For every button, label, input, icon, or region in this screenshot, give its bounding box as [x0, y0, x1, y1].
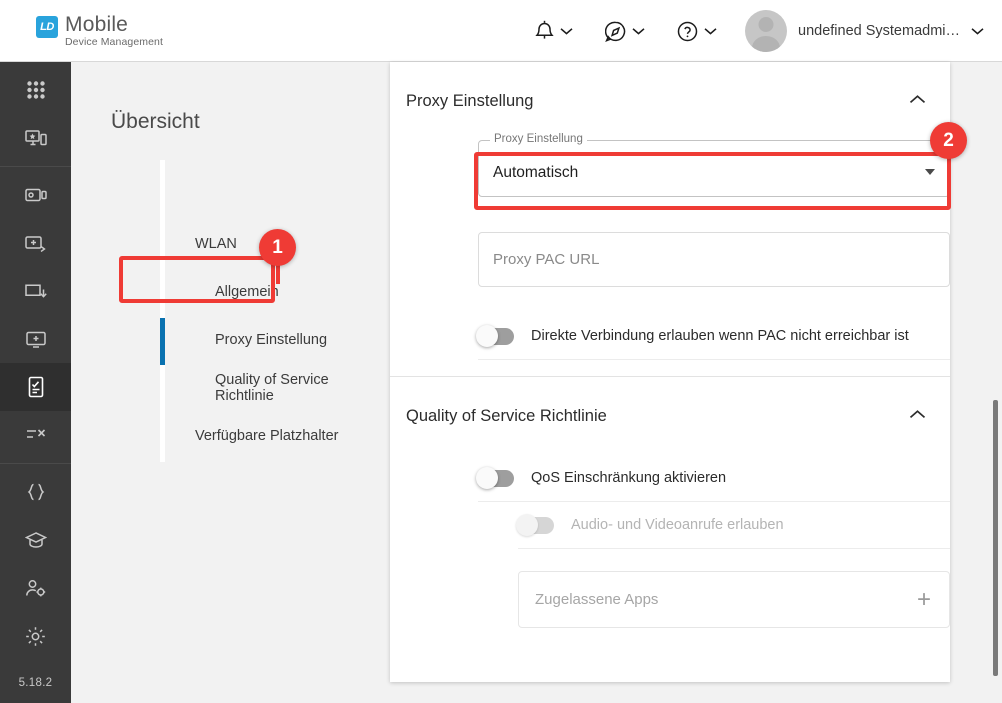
- rail-item-settings-gear[interactable]: [0, 612, 71, 660]
- direct-connection-toggle[interactable]: [476, 325, 514, 347]
- audio-video-toggle-row[interactable]: Audio- und Videoanrufe erlauben: [516, 502, 950, 549]
- proxy-setting-label: Proxy Einstellung: [490, 133, 587, 145]
- download-icon: [17, 272, 55, 310]
- rail-item-add-screen[interactable]: [0, 315, 71, 363]
- nav-item-quality-of-service-richtlinie[interactable]: Quality of Service Richtlinie: [165, 364, 390, 411]
- section-title: Quality of Service Richtlinie: [406, 406, 607, 425]
- rail-item-user-settings[interactable]: [0, 564, 71, 612]
- help-menu[interactable]: [661, 21, 733, 42]
- proxy-pac-url-placeholder: Proxy PAC URL: [493, 251, 600, 268]
- gear-icon: [17, 617, 55, 655]
- proxy-pac-url-input[interactable]: Proxy PAC URL: [478, 232, 950, 287]
- app-root: LD Mobile Device Management undefined Sy…: [0, 0, 1002, 703]
- header-actions: undefined Systemadmi…: [519, 0, 990, 62]
- notifications-bell-icon: [535, 20, 554, 42]
- brand-mark-icon: LD: [36, 16, 58, 38]
- rail-item-devices[interactable]: [0, 171, 71, 219]
- qos-enable-toggle[interactable]: [476, 467, 514, 489]
- rail-item-device-enrollment[interactable]: [0, 114, 71, 162]
- audio-video-toggle[interactable]: [516, 514, 554, 536]
- allowed-apps-input[interactable]: Zugelassene Apps +: [518, 571, 950, 628]
- rail-item-tasks-list[interactable]: [0, 411, 71, 459]
- nav-item-label: Quality of Service Richtlinie: [215, 371, 329, 404]
- nav-item-label: Allgemein: [215, 283, 279, 300]
- qos-enable-toggle-label: QoS Einschränkung aktivieren: [531, 470, 727, 486]
- section-header-qos[interactable]: Quality of Service Richtlinie: [390, 377, 950, 455]
- proxy-setting-field-wrap: Proxy Einstellung Automatisch: [478, 133, 950, 197]
- qos-enable-toggle-row[interactable]: QoS Einschränkung aktivieren: [476, 455, 950, 502]
- chevron-down-icon: [560, 27, 573, 35]
- chevron-down-icon: [632, 27, 645, 35]
- rail-group-mid: [0, 167, 71, 464]
- nav-item-proxy-einstellung[interactable]: Proxy Einstellung: [165, 316, 390, 363]
- plus-icon[interactable]: +: [917, 587, 931, 612]
- brand-logo[interactable]: LD Mobile Device Management: [36, 14, 163, 48]
- rail-group-bottom: [0, 464, 71, 664]
- tasks-list-icon: [17, 416, 55, 454]
- page-title: Übersicht: [111, 110, 200, 133]
- rail-item-code-braces[interactable]: [0, 468, 71, 516]
- chevron-down-icon: [971, 22, 984, 40]
- help-question-icon: [677, 21, 698, 42]
- allowed-apps-placeholder: Zugelassene Apps: [535, 591, 659, 608]
- nav-item-label: Proxy Einstellung: [215, 331, 328, 348]
- direct-connection-toggle-row[interactable]: Direkte Verbindung erlauben wenn PAC nic…: [476, 313, 950, 360]
- graduation-cap-icon: [17, 521, 55, 559]
- user-settings-icon: [17, 569, 55, 607]
- rail-item-policy-document[interactable]: [0, 363, 71, 411]
- avatar: [745, 10, 787, 52]
- feedback-menu[interactable]: [589, 21, 661, 42]
- user-name-label: undefined Systemadmi…: [798, 23, 960, 39]
- proxy-setting-select[interactable]: Proxy Einstellung Automatisch: [478, 133, 950, 197]
- audio-video-toggle-label: Audio- und Videoanrufe erlauben: [571, 517, 784, 533]
- add-device-icon: [17, 224, 55, 262]
- apps-grid-icon: [17, 71, 55, 109]
- rail-item-add-device[interactable]: [0, 219, 71, 267]
- feedback-compass-icon: [605, 21, 626, 42]
- chevron-up-icon[interactable]: [909, 407, 926, 425]
- section-title: Proxy Einstellung: [406, 91, 534, 110]
- vertical-scrollbar-thumb[interactable]: [993, 400, 998, 676]
- top-header-bar: LD Mobile Device Management undefined Sy…: [0, 0, 1002, 62]
- rail-group-top: [0, 62, 71, 167]
- section-quality-of-service: Quality of Service Richtlinie QoS Einsch…: [390, 377, 950, 644]
- app-version-label: 5.18.2: [18, 677, 53, 689]
- chevron-down-icon: [704, 27, 717, 35]
- code-braces-icon: [17, 473, 55, 511]
- brand-title: Mobile: [65, 13, 129, 36]
- brand-subtitle: Device Management: [65, 36, 163, 48]
- user-account-menu[interactable]: undefined Systemadmi…: [733, 10, 990, 52]
- nav-item-label: WLAN: [195, 235, 237, 252]
- chevron-up-icon[interactable]: [909, 92, 926, 110]
- settings-card: Proxy Einstellung Proxy Einstellung Auto…: [390, 62, 950, 682]
- section-proxy-einstellung: Proxy Einstellung Proxy Einstellung Auto…: [390, 62, 950, 377]
- proxy-setting-value: Automatisch: [493, 164, 579, 181]
- pac-url-field-wrap: Proxy PAC URL: [478, 232, 950, 287]
- left-icon-rail: 5.18.2: [0, 62, 71, 703]
- annotation-badge-2: 2: [930, 122, 967, 159]
- dropdown-arrow-icon: [925, 168, 935, 175]
- notifications-menu[interactable]: [519, 20, 589, 42]
- devices-icon: [17, 176, 55, 214]
- rail-item-download[interactable]: [0, 267, 71, 315]
- section-body-qos: QoS Einschränkung aktivieren Audio- und …: [390, 455, 950, 644]
- nav-item-label: Verfügbare Platzhalter: [195, 427, 339, 444]
- nav-item-verfuegbare-platzhalter[interactable]: Verfügbare Platzhalter: [165, 412, 390, 459]
- left-nav-panel: Übersicht WLAN Allgemein Proxy Einstellu…: [71, 62, 390, 703]
- annotation-stem-2: [947, 156, 951, 178]
- brand-text: Mobile Device Management: [65, 14, 163, 48]
- policy-document-icon: [17, 368, 55, 406]
- direct-connection-toggle-label: Direkte Verbindung erlauben wenn PAC nic…: [531, 328, 909, 344]
- section-header-proxy[interactable]: Proxy Einstellung: [390, 62, 950, 140]
- rail-item-graduation-cap[interactable]: [0, 516, 71, 564]
- annotation-badge-1: 1: [259, 229, 296, 266]
- add-screen-icon: [17, 320, 55, 358]
- section-body-proxy: Proxy Einstellung Automatisch Proxy PAC …: [390, 133, 950, 376]
- rail-item-apps-grid[interactable]: [0, 66, 71, 114]
- device-enrollment-icon: [17, 119, 55, 157]
